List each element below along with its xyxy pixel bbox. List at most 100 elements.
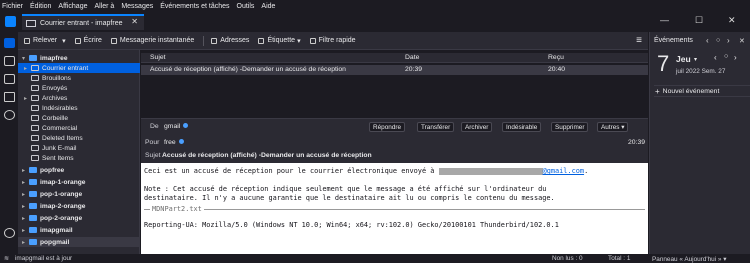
menu-messages[interactable]: Messages [121,3,153,10]
forward-button[interactable]: Transférer [417,122,455,132]
chevron-right-icon[interactable]: ▸ [22,179,28,186]
folder-label: popfree [40,166,65,174]
chevron-right-icon[interactable]: ▸ [22,191,28,198]
folder-label: popgmail [40,238,70,246]
address-book-button[interactable]: Adresses [211,37,249,44]
chevron-right-icon[interactable]: ▸ [22,203,28,210]
chevron-right-icon[interactable]: ▸ [22,167,28,174]
folder-label: Brouillons [42,74,71,82]
folder-label: imapgmail [40,226,73,234]
menu-edit[interactable]: Édition [30,3,51,10]
from-value[interactable]: gmail [164,123,189,130]
folder-deleted-items[interactable]: Deleted Items [18,133,140,143]
day-number: 7 [657,51,670,76]
chevron-right-icon[interactable]: ▸ [24,65,30,72]
folder-account-imap-1-orange[interactable]: ▸ imap-1-orange [18,177,140,187]
menu-bar: Fichier Édition Affichage Aller à Messag… [0,0,750,12]
email-link[interactable]: @gmail.com [543,167,585,175]
folder-account-imap-2-orange[interactable]: ▸ imap-2-orange [18,201,140,211]
column-date[interactable]: Date [405,54,419,61]
folder-junk[interactable]: Indésirables [18,103,140,113]
chevron-right-icon[interactable]: › [734,53,737,62]
column-received[interactable]: Reçu [548,54,564,61]
column-subject[interactable]: Sujet [150,54,166,61]
chat-button[interactable]: Messagerie instantanée [110,37,195,44]
get-messages-button[interactable]: Relever ▾ [24,37,66,45]
thread-row[interactable]: Accusé de réception (affiché) -Demander … [141,65,648,75]
chevron-left-icon[interactable]: ‹ [714,53,717,62]
folder-sent[interactable]: Envoyés [18,83,140,93]
to-value[interactable]: free [164,139,184,146]
folder-label: Archives [42,94,68,102]
app-menu-icon[interactable]: ≡ [636,35,642,46]
chevron-left-icon[interactable]: ‹ [706,36,709,45]
gear-icon[interactable] [4,228,15,238]
folder-label: Commercial [42,124,78,132]
folder-account-pop-2-orange[interactable]: ▸ pop-2-orange [18,213,140,223]
chevron-right-icon[interactable]: › [727,36,730,45]
chevron-right-icon[interactable]: ▸ [22,215,28,222]
new-event-button[interactable]: + Nouvel événement [654,85,750,97]
calendar-icon[interactable] [4,74,15,84]
delete-button[interactable]: Supprimer [551,122,589,132]
folder-junk-email[interactable]: Junk E-mail [18,143,140,153]
more-button[interactable]: Autres ▾ [597,122,629,132]
tag-button[interactable]: Étiquette ▾ [258,37,301,45]
folder-drafts[interactable]: Brouillons [18,73,140,83]
close-tab-icon[interactable]: ✕ [131,17,138,26]
chevron-down-icon[interactable]: ▾ [22,55,28,62]
folder-icon [31,125,39,131]
chat-label: Messagerie instantanée [119,37,195,44]
close-icon[interactable]: ✕ [739,37,745,45]
folder-inbox[interactable]: ▸ Courrier entrant [18,63,140,73]
menu-tools[interactable]: Outils [237,3,255,10]
mail-icon[interactable] [4,38,15,48]
folder-account-popgmail[interactable]: ▸ popgmail [18,237,140,247]
folder-account-imapgmail[interactable]: ▸ imapgmail [18,225,140,235]
tab-inbox[interactable]: Courrier entrant - imapfree ✕ [22,14,144,30]
maximize-button[interactable]: ☐ [695,15,703,26]
menu-help[interactable]: Aide [261,3,275,10]
message-body: Ceci est un accusé de réception pour le … [141,163,648,254]
close-window-button[interactable]: ✕ [728,15,736,26]
folder-label: imap-1-orange [40,178,86,186]
folder-account-imapfree[interactable]: ▾ imapfree [18,53,140,63]
folder-label: imap-2-orange [40,202,86,210]
menu-go[interactable]: Aller à [94,3,114,10]
write-button[interactable]: Écrire [74,37,102,44]
thread-header: Sujet Date Reçu [141,53,648,63]
folder-commercial[interactable]: Commercial [18,123,140,133]
junk-button[interactable]: Indésirable [502,122,542,132]
message-time: 20:39 [628,139,646,146]
chat-icon[interactable] [4,110,15,120]
folder-archives[interactable]: ▸ Archives [18,93,140,103]
address-book-icon[interactable] [4,56,15,66]
folder-account-pop-1-orange[interactable]: ▸ pop-1-orange [18,189,140,199]
menu-file[interactable]: Fichier [2,3,23,10]
today-icon[interactable]: ○ [716,37,720,44]
chevron-right-icon[interactable]: ▸ [22,227,28,234]
forward-label: Transférer [421,123,451,131]
tasks-icon[interactable] [4,92,15,102]
account-icon [29,227,37,233]
quick-filter-button[interactable]: Filtre rapide [309,37,356,44]
today-icon[interactable]: ○ [724,53,728,60]
chevron-right-icon[interactable]: ▸ [22,239,28,246]
folder-account-popfree[interactable]: ▸ popfree [18,165,140,175]
menu-events[interactable]: Événements et tâches [160,3,229,10]
body-text: . [584,167,589,175]
folder-trash[interactable]: Corbeille [18,113,140,123]
chevron-down-icon[interactable]: ▾ [62,37,66,45]
folder-sent-items[interactable]: Sent Items [18,153,140,163]
mail-space-icon[interactable] [5,16,16,27]
archive-button[interactable]: Archiver [461,122,493,132]
reply-button[interactable]: Répondre [369,122,406,132]
minimize-button[interactable]: — [660,15,669,25]
chevron-right-icon[interactable]: ▸ [24,95,30,102]
menu-view[interactable]: Affichage [58,3,87,10]
attachment-name[interactable]: MDNPart2.txt [152,205,202,214]
today-pane-toggle[interactable]: Panneau « Aujourd'hui » ▾ [652,255,726,263]
folder-label: Sent Items [42,154,74,162]
chevron-down-icon[interactable]: ▾ [694,56,697,63]
folder-icon [31,155,39,161]
